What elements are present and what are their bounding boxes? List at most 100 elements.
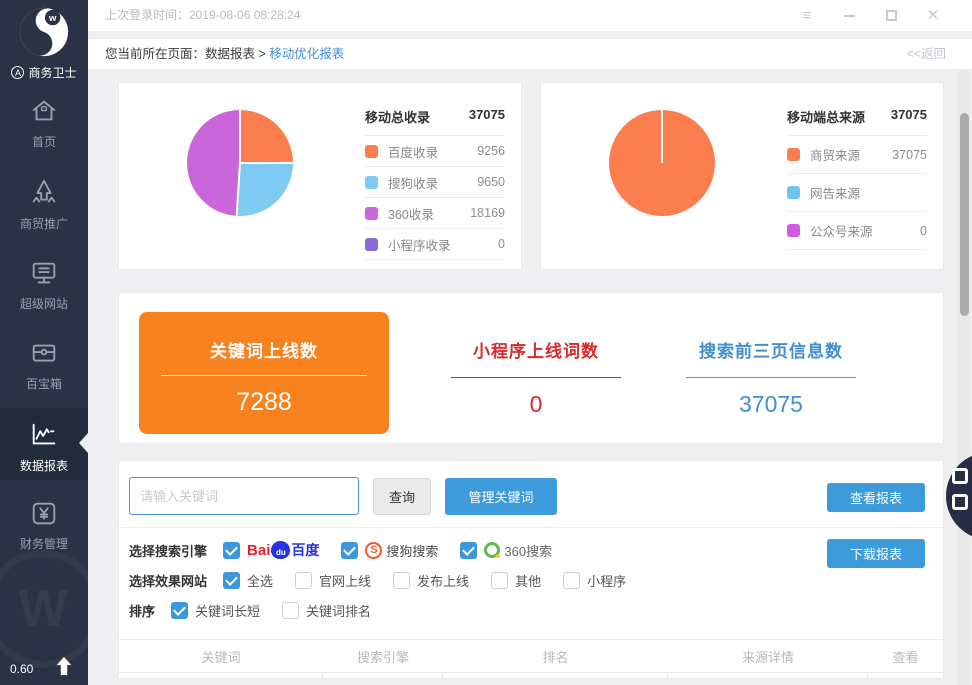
baidu-paw-icon: du [271, 541, 290, 559]
query-button[interactable]: 查询 [373, 478, 431, 515]
qr-code-icon [952, 494, 968, 510]
legend-title: 移动端总来源 [787, 107, 865, 126]
legend-chip [787, 224, 800, 237]
legend-chip [365, 207, 378, 220]
mobile-index-card: 移动总收录 37075 百度收录 9256 搜狗收录 9650 360收录 18… [118, 82, 522, 270]
site-option-publish[interactable]: 发布上线 [393, 571, 469, 590]
version-number: 0.60 [10, 662, 33, 676]
sidebar-item-label: 商贸推广 [0, 215, 88, 232]
manage-keywords-button[interactable]: 管理关键词 [445, 478, 557, 515]
window-controls: ≡ ✕ [800, 0, 968, 31]
sort-filter-row: 排序 关键词长短 关键词排名 [129, 600, 393, 620]
brand-badge-icon: A [11, 66, 24, 79]
brand-name: 商务卫士 [28, 64, 76, 81]
site-option-other[interactable]: 其他 [491, 571, 541, 590]
search-engine-filter-row: 选择搜索引擎 Bai du 百度 S 搜狗搜索 360搜索 [129, 540, 574, 560]
sort-option-length[interactable]: 关键词长短 [171, 601, 260, 620]
checkbox[interactable] [563, 572, 580, 589]
back-link[interactable]: <<返回 [906, 39, 946, 69]
sidebar: w A 商务卫士 首页 商贸推广 [0, 0, 88, 685]
column-header: 查看 [868, 647, 943, 666]
checkbox[interactable] [223, 572, 240, 589]
app-logo: w [17, 5, 71, 59]
sidebar-item-finance[interactable]: 财务管理 [0, 498, 88, 552]
table-header: 关键词 搜索引擎 排名 来源详情 查看 [119, 639, 943, 673]
stats-card: 关键词上线数 7288 小程序上线词数 0 搜索前三页信息数 37075 [118, 292, 944, 444]
download-report-button[interactable]: 下载报表 [827, 539, 925, 568]
yuan-finance-icon [0, 498, 88, 528]
top3-pages-stat: 搜索前三页信息数 37075 [646, 312, 896, 418]
filter-label: 排序 [129, 601, 155, 620]
sidebar-item-label: 百宝箱 [0, 375, 88, 392]
sidebar-item-home[interactable]: 首页 [0, 96, 88, 150]
sogou-logo-icon: S [365, 542, 382, 559]
effect-site-filter-row: 选择效果网站 全选 官网上线 发布上线 其他 小程序 [129, 570, 648, 590]
monitor-icon [0, 258, 88, 288]
legend-title: 移动总收录 [365, 107, 430, 126]
legend-total: 37075 [469, 107, 505, 126]
mobile-index-pie-chart [187, 110, 293, 216]
legend-item: 360收录 18169 [365, 198, 505, 229]
scroll-to-top-arrow-icon[interactable] [53, 655, 75, 679]
checkbox[interactable] [460, 542, 477, 559]
checkbox[interactable] [295, 572, 312, 589]
stat-label: 小程序上线词数 [411, 337, 661, 362]
legend-item: 小程序收录 0 [365, 229, 505, 260]
engine-option-baidu[interactable]: Bai du 百度 [223, 540, 319, 560]
legend-chip [365, 176, 378, 189]
miniprogram-words-stat: 小程序上线词数 0 [411, 312, 661, 418]
table-row [119, 674, 943, 680]
menu-icon[interactable]: ≡ [800, 9, 814, 23]
legend-item: 百度收录 9256 [365, 136, 505, 167]
legend-chip [365, 145, 378, 158]
checkbox[interactable] [223, 542, 240, 559]
legend-chip [787, 148, 800, 161]
stat-value: 37075 [646, 391, 896, 418]
column-header: 关键词 [119, 647, 323, 666]
keyword-input[interactable] [129, 477, 359, 515]
sidebar-item-reports[interactable]: 数据报表 [0, 408, 88, 480]
sidebar-item-label: 首页 [0, 133, 88, 150]
minimize-icon[interactable] [842, 15, 856, 17]
view-report-button[interactable]: 查看报表 [827, 483, 925, 512]
checkbox[interactable] [171, 602, 188, 619]
stat-label: 搜索前三页信息数 [646, 337, 896, 362]
site-option-official[interactable]: 官网上线 [295, 571, 371, 590]
scrollbar-thumb[interactable] [960, 113, 969, 316]
legend-chip [787, 186, 800, 199]
stat-value: 7288 [139, 388, 389, 417]
brand: A 商务卫士 [0, 64, 88, 81]
toolbox-icon [0, 338, 88, 368]
checkbox[interactable] [341, 542, 358, 559]
stat-label: 关键词上线数 [139, 337, 389, 362]
site-option-all[interactable]: 全选 [223, 571, 273, 590]
vertical-scrollbar [958, 70, 970, 685]
logo-badge-letter: w [48, 13, 57, 24]
site-option-miniprogram[interactable]: 小程序 [563, 571, 626, 590]
sidebar-item-toolbox[interactable]: 百宝箱 [0, 338, 88, 392]
legend-total: 37075 [891, 107, 927, 126]
promotion-arrow-icon [0, 178, 88, 208]
filter-label: 选择搜索引擎 [129, 541, 207, 560]
qr-float-widget[interactable] [946, 452, 972, 540]
engine-option-360[interactable]: 360搜索 [460, 541, 552, 560]
sidebar-item-website[interactable]: 超级网站 [0, 258, 88, 312]
legend: 移动总收录 37075 百度收录 9256 搜狗收录 9650 360收录 18… [365, 107, 505, 260]
sort-option-rank[interactable]: 关键词排名 [282, 601, 371, 620]
engine-option-sogou[interactable]: S 搜狗搜索 [341, 541, 438, 560]
checkbox[interactable] [491, 572, 508, 589]
checkbox[interactable] [393, 572, 410, 589]
breadcrumb-current-page[interactable]: 移动优化报表 [269, 47, 344, 61]
360-logo-icon [484, 542, 500, 558]
sidebar-item-label: 数据报表 [0, 457, 88, 474]
checkbox[interactable] [282, 602, 299, 619]
column-header: 来源详情 [668, 647, 868, 666]
legend-item: 商贸来源 37075 [787, 136, 927, 174]
sidebar-item-promotion[interactable]: 商贸推广 [0, 178, 88, 232]
column-header: 排名 [443, 647, 668, 666]
breadcrumb: 您当前所在页面：数据报表 > 移动优化报表 <<返回 [88, 39, 972, 69]
maximize-icon[interactable] [884, 10, 898, 21]
query-card: 查询 管理关键词 查看报表 下载报表 选择搜索引擎 Bai du 百度 S 搜狗… [118, 460, 944, 679]
close-icon[interactable]: ✕ [926, 9, 940, 23]
sidebar-item-label: 超级网站 [0, 295, 88, 312]
